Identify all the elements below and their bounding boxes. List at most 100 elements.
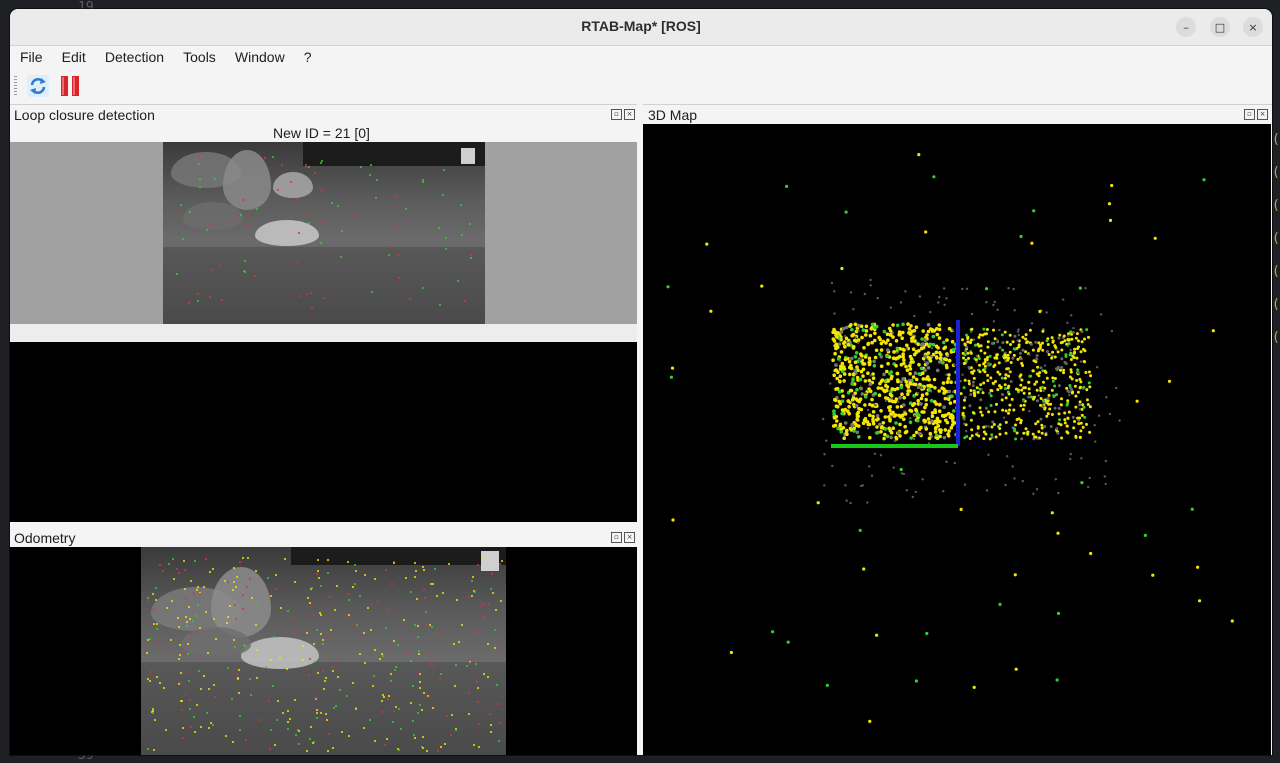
map-point — [927, 436, 932, 441]
feature-point — [177, 682, 180, 685]
feature-point — [255, 649, 258, 652]
dock-float-icon[interactable]: ▫ — [1244, 109, 1255, 120]
feature-point — [460, 234, 463, 237]
feature-point — [162, 569, 165, 572]
map-point — [1039, 366, 1043, 370]
map-point — [885, 354, 889, 359]
menu-help[interactable]: ? — [304, 46, 312, 68]
feature-point — [309, 291, 312, 294]
map-point — [978, 363, 982, 367]
map-point — [892, 466, 895, 469]
map-point — [825, 439, 828, 442]
map-point — [1060, 348, 1064, 352]
map-point — [861, 362, 865, 366]
map-point — [1069, 358, 1073, 361]
map-point — [882, 436, 886, 441]
map-point — [867, 378, 872, 383]
toolbar-grip[interactable] — [14, 76, 17, 96]
title-bar[interactable]: RTAB-Map* [ROS] – □ × — [10, 9, 1272, 46]
feature-point — [331, 670, 334, 673]
map-point — [928, 342, 933, 347]
feature-point — [320, 188, 323, 191]
feature-point — [488, 602, 490, 605]
feature-point — [202, 586, 205, 589]
feature-point — [409, 659, 412, 662]
map-point — [975, 360, 978, 364]
map-point — [1025, 340, 1029, 344]
feature-point — [155, 675, 158, 678]
map-point — [887, 405, 891, 410]
feature-point — [426, 652, 429, 655]
map-point — [878, 422, 882, 427]
map-point — [1008, 369, 1011, 372]
feature-point — [358, 594, 361, 597]
close-button[interactable]: × — [1243, 17, 1263, 37]
feature-point — [233, 645, 236, 648]
map-point — [857, 435, 861, 439]
map-point — [1115, 386, 1118, 390]
map-point — [1026, 430, 1030, 434]
map-point — [902, 403, 906, 407]
map-point — [1016, 330, 1020, 333]
map3d-view[interactable] — [643, 124, 1271, 755]
map-point — [1079, 380, 1083, 384]
map-point — [1049, 402, 1053, 406]
feature-point — [175, 209, 178, 212]
dock-close-icon[interactable]: × — [1257, 109, 1268, 120]
feature-point — [317, 570, 320, 572]
map-point — [1059, 423, 1063, 427]
map-point — [1001, 341, 1005, 345]
map-point — [1058, 418, 1062, 422]
map-point — [899, 415, 903, 419]
minimize-button[interactable]: – — [1176, 17, 1196, 37]
map-point — [843, 357, 848, 362]
map-point — [992, 303, 995, 307]
map-point — [1009, 343, 1012, 346]
map-point — [1080, 457, 1083, 460]
menu-edit[interactable]: Edit — [62, 46, 86, 68]
map-point — [1018, 351, 1022, 355]
map-point — [908, 371, 912, 376]
map-point — [868, 382, 873, 387]
map-point — [971, 380, 975, 384]
map-point — [1032, 209, 1036, 213]
feature-point — [458, 640, 460, 643]
menu-window[interactable]: Window — [235, 46, 285, 68]
feature-point — [162, 647, 165, 650]
map-point — [1035, 399, 1039, 403]
map-point — [886, 361, 890, 366]
feature-point — [391, 583, 394, 586]
feature-point — [170, 638, 173, 641]
map-point — [1059, 368, 1062, 372]
map-point — [863, 355, 868, 359]
map-point — [947, 373, 951, 377]
map-point — [945, 297, 948, 300]
maximize-button[interactable]: □ — [1210, 17, 1230, 37]
menu-file[interactable]: File — [20, 46, 43, 68]
map-point — [874, 348, 879, 353]
map-point — [1036, 349, 1040, 353]
map-point — [901, 377, 905, 381]
map-point — [1029, 374, 1033, 378]
loop-closure-match-view[interactable] — [10, 342, 637, 522]
map-point — [1065, 424, 1069, 428]
feature-point — [146, 652, 148, 654]
feature-point — [415, 597, 418, 600]
map-point — [870, 474, 874, 477]
dock-float-icon[interactable]: ▫ — [611, 532, 622, 543]
map-point — [1046, 343, 1050, 346]
feature-point — [467, 691, 470, 694]
dock-float-icon[interactable]: ▫ — [611, 109, 622, 120]
refresh-button[interactable] — [26, 74, 50, 98]
dock-close-icon[interactable]: × — [624, 532, 635, 543]
map-point — [905, 383, 909, 388]
pause-button[interactable] — [58, 74, 82, 98]
map-point — [854, 351, 859, 355]
map-point — [1230, 619, 1234, 623]
feature-point — [307, 596, 310, 599]
dock-close-icon[interactable]: × — [624, 109, 635, 120]
menu-tools[interactable]: Tools — [183, 46, 216, 68]
map-point — [1039, 403, 1042, 407]
map-point — [866, 371, 870, 375]
menu-detection[interactable]: Detection — [105, 46, 164, 68]
